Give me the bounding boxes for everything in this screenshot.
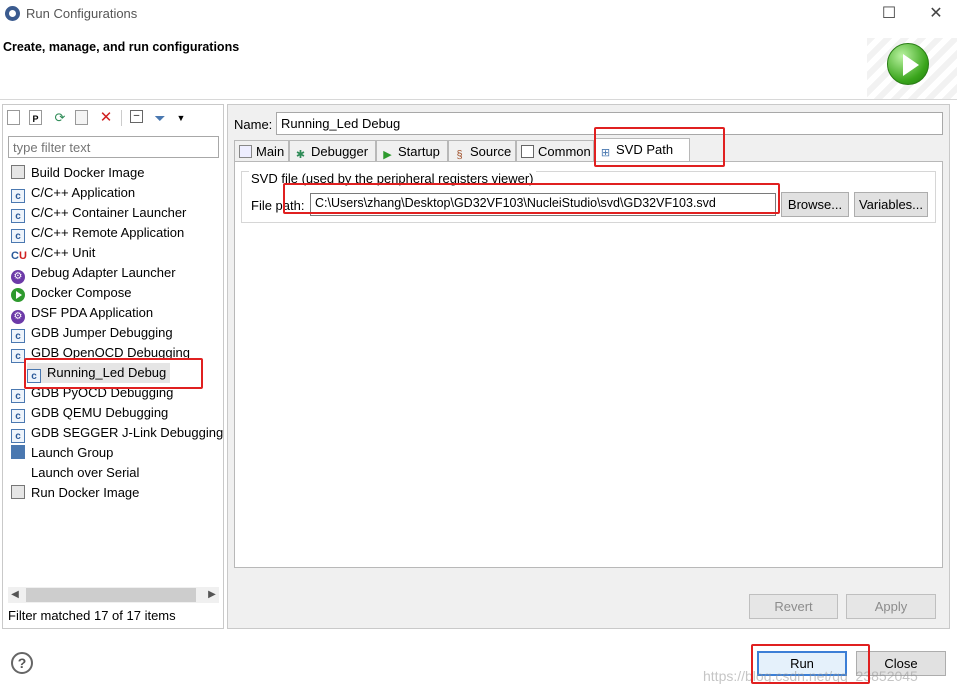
app-icon (5, 6, 20, 21)
tree-item-build-docker-image[interactable]: Build Docker Image (11, 163, 144, 183)
header-separator (0, 99, 957, 100)
tree-item-launch-over-serial[interactable]: Launch over Serial (11, 463, 139, 483)
gear-icon: ⚙ (11, 310, 25, 324)
tree-item-dsf-pda-application[interactable]: ⚙ DSF PDA Application (11, 303, 153, 324)
c-icon: c (11, 229, 25, 243)
header-title: Create, manage, and run configurations (3, 40, 240, 54)
tree-item-cpp-unit[interactable]: CU C/C++ Unit (11, 243, 95, 263)
tree-item-gdb-qemu-debugging[interactable]: c GDB QEMU Debugging (11, 403, 168, 423)
c-icon: c (11, 329, 25, 343)
tab-source[interactable]: § Source (448, 140, 516, 162)
close-window-icon[interactable]: ✕ (924, 4, 948, 24)
maximize-icon[interactable]: ☐ (877, 4, 901, 24)
help-icon[interactable]: ? (11, 652, 33, 674)
run-banner-icon (887, 43, 929, 85)
svd-tab-content: SVD file (used by the peripheral registe… (234, 161, 943, 568)
main-tab-icon (239, 145, 252, 158)
tree-item-docker-compose[interactable]: Docker Compose (11, 283, 131, 303)
apply-button[interactable]: Apply (846, 594, 936, 619)
highlight-file-path (283, 183, 780, 214)
revert-button[interactable]: Revert (749, 594, 838, 619)
c-icon: c (11, 409, 25, 423)
collapse-all-icon[interactable]: – (130, 110, 143, 123)
tab-common[interactable]: Common (516, 140, 594, 162)
filter-status: Filter matched 17 of 17 items (8, 608, 176, 623)
duplicate-icon[interactable] (75, 110, 88, 125)
launch-group-icon (11, 445, 25, 459)
view-menu-icon[interactable]: ▼ (173, 110, 189, 126)
tree-item-cpp-container-launcher[interactable]: c C/C++ Container Launcher (11, 203, 186, 223)
scrollbar-thumb[interactable] (26, 588, 196, 602)
tab-debugger[interactable]: ✱ Debugger (289, 140, 376, 162)
window-title: Run Configurations (26, 6, 138, 21)
browse-button[interactable]: Browse... (781, 192, 849, 217)
tree-item-launch-group[interactable]: Launch Group (11, 443, 113, 463)
delete-icon[interactable]: ✕ (98, 110, 114, 126)
tab-startup[interactable]: ▶ Startup (376, 140, 448, 162)
highlight-svd-tab (594, 127, 725, 167)
export-icon[interactable]: ⟳ (52, 110, 68, 126)
tree-item-run-docker-image[interactable]: Run Docker Image (11, 483, 139, 503)
tree-item-gdb-segger-jlink-debugging[interactable]: c GDB SEGGER J-Link Debugging (11, 423, 223, 443)
variables-button[interactable]: Variables... (854, 192, 928, 217)
common-tab-icon (521, 145, 534, 158)
c-icon: c (11, 389, 25, 403)
scroll-right-icon[interactable]: ▶ (205, 587, 219, 603)
gear-icon: ⚙ (11, 270, 25, 284)
config-toolbar: P ⟳ ✕ – ⏷ ▼ (3, 105, 223, 131)
highlight-run-button (751, 644, 870, 684)
blank-icon (11, 465, 25, 479)
name-label: Name: (234, 117, 273, 132)
tree-item-cpp-remote-application[interactable]: c C/C++ Remote Application (11, 223, 184, 243)
tree-item-cpp-application[interactable]: c C/C++ Application (11, 183, 135, 203)
docker-icon (11, 485, 25, 499)
dialog-header: Create, manage, and run configurations (0, 28, 957, 100)
toolbar-separator (121, 110, 122, 126)
tree-item-debug-adapter-launcher[interactable]: ⚙ Debug Adapter Launcher (11, 263, 176, 284)
horizontal-scrollbar[interactable]: ◀ ▶ (8, 587, 219, 603)
cu-icon: CU (11, 250, 27, 262)
filter-icon[interactable]: ⏷ (152, 110, 168, 126)
c-icon: c (11, 429, 25, 443)
c-icon: c (11, 209, 25, 223)
new-config-icon[interactable] (7, 110, 20, 125)
highlight-running-led-debug (24, 358, 203, 389)
new-prototype-icon[interactable]: P (29, 110, 42, 125)
scroll-left-icon[interactable]: ◀ (8, 587, 22, 603)
filter-input[interactable] (8, 136, 219, 158)
title-bar: Run Configurations ☐ ✕ (0, 0, 957, 28)
compose-icon (11, 288, 25, 302)
docker-icon (11, 165, 25, 179)
c-icon: c (11, 349, 25, 363)
c-icon: c (11, 189, 25, 203)
tab-main[interactable]: Main (234, 140, 289, 162)
tree-item-gdb-jumper-debugging[interactable]: c GDB Jumper Debugging (11, 323, 173, 343)
